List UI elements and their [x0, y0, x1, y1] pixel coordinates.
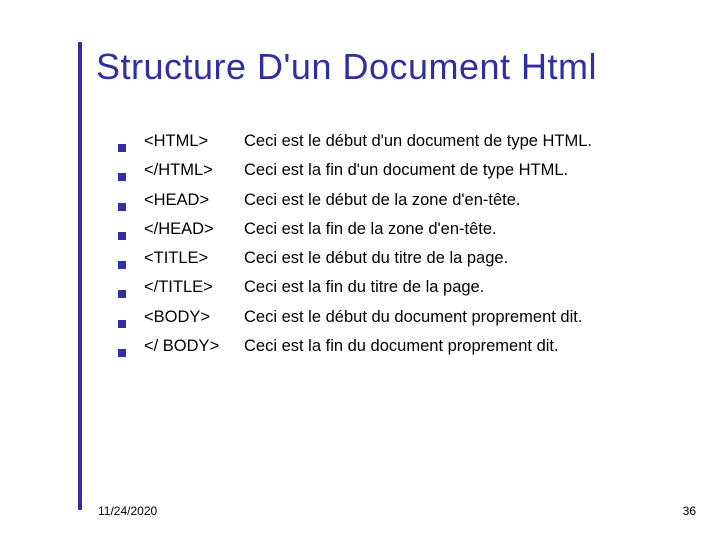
- html-tag-description: Ceci est la fin de la zone d'en-tête.: [244, 218, 497, 240]
- slide: Structure D'un Document Html <HTML> Ceci…: [0, 0, 720, 540]
- bullet-icon: [118, 290, 126, 298]
- html-tag: <TITLE>: [144, 247, 244, 269]
- footer-page-number: 36: [683, 504, 696, 518]
- list-item: </ BODY> Ceci est la fin du document pro…: [118, 335, 592, 357]
- html-tag-description: Ceci est la fin d'un document de type HT…: [244, 159, 568, 181]
- html-tag: </TITLE>: [144, 276, 244, 298]
- accent-bar: [78, 42, 82, 510]
- bullet-icon: [118, 320, 126, 328]
- list-item: </HTML> Ceci est la fin d'un document de…: [118, 159, 592, 181]
- html-tag: </HEAD>: [144, 218, 244, 240]
- html-tag: <HEAD>: [144, 189, 244, 211]
- html-tag: <HTML>: [144, 130, 244, 152]
- html-tag: <BODY>: [144, 306, 244, 328]
- bullet-icon: [118, 203, 126, 211]
- bullet-icon: [118, 173, 126, 181]
- list-item: <BODY> Ceci est le début du document pro…: [118, 306, 592, 328]
- list-item: </HEAD> Ceci est la fin de la zone d'en-…: [118, 218, 592, 240]
- html-tag-description: Ceci est le début d'un document de type …: [244, 130, 592, 152]
- content-list: <HTML> Ceci est le début d'un document d…: [118, 130, 592, 364]
- list-item: <HTML> Ceci est le début d'un document d…: [118, 130, 592, 152]
- footer-date: 11/24/2020: [98, 504, 157, 518]
- html-tag: </HTML>: [144, 159, 244, 181]
- html-tag-description: Ceci est le début du titre de la page.: [244, 247, 508, 269]
- html-tag-description: Ceci est le début de la zone d'en-tête.: [244, 189, 521, 211]
- slide-title: Structure D'un Document Html: [96, 46, 597, 88]
- bullet-icon: [118, 349, 126, 357]
- html-tag-description: Ceci est la fin du titre de la page.: [244, 276, 484, 298]
- bullet-icon: [118, 144, 126, 152]
- html-tag-description: Ceci est la fin du document proprement d…: [244, 335, 559, 357]
- bullet-icon: [118, 232, 126, 240]
- html-tag-description: Ceci est le début du document proprement…: [244, 306, 582, 328]
- list-item: </TITLE> Ceci est la fin du titre de la …: [118, 276, 592, 298]
- list-item: <TITLE> Ceci est le début du titre de la…: [118, 247, 592, 269]
- list-item: <HEAD> Ceci est le début de la zone d'en…: [118, 189, 592, 211]
- bullet-icon: [118, 261, 126, 269]
- html-tag: </ BODY>: [144, 335, 244, 357]
